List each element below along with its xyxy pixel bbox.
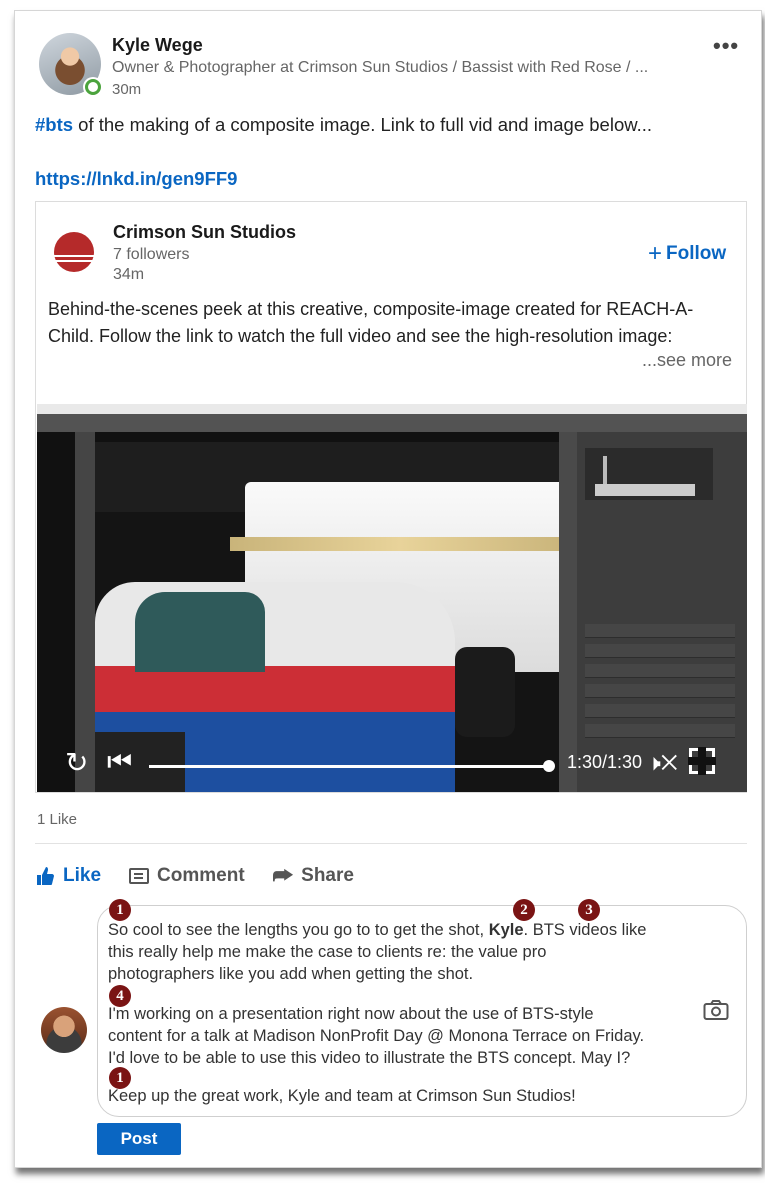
comment-label: Comment [157, 865, 245, 886]
video-frame-histogram [585, 448, 713, 500]
video-player[interactable]: ↻ ⏮ 1:30/1:30 🕨✕ [37, 404, 747, 792]
more-options-icon[interactable]: ••• [713, 33, 739, 59]
shared-body: Behind-the-scenes peek at this creative,… [48, 299, 694, 346]
comment-line: Keep up the great work, Kyle and team at… [108, 1087, 576, 1105]
shared-post: Crimson Sun Studios 7 followers 34m + Fol… [35, 201, 747, 793]
thumbs-up-icon [37, 867, 54, 885]
like-label: Like [63, 865, 102, 886]
hashtag-link[interactable]: #bts [35, 114, 73, 135]
video-frame-menubar [37, 404, 747, 414]
annotation-marker: 4 [109, 985, 131, 1007]
company-name[interactable]: Crimson Sun Studios [113, 222, 296, 243]
video-frame-layer [585, 684, 735, 698]
plus-icon: + [648, 240, 663, 267]
video-time: 1:30/1:30 [567, 752, 643, 772]
follow-button[interactable]: + Follow [648, 240, 726, 268]
mute-icon[interactable]: 🕨✕ [647, 750, 678, 776]
replay-icon[interactable]: ↻ [65, 746, 88, 779]
fullscreen-icon[interactable] [688, 747, 716, 775]
annotation-marker: 3 [578, 899, 600, 921]
post-text: #bts of the making of a composite image.… [35, 114, 652, 136]
annotation-marker: 1 [109, 1067, 131, 1089]
comment-line: this really help me make the case to cli… [108, 943, 547, 961]
shared-timestamp: 34m [113, 266, 145, 283]
action-bar: Like Comment ⮫ Share [35, 861, 354, 891]
comment-text: . BTS videos like [523, 921, 647, 939]
comment-button[interactable]: Comment [129, 861, 245, 891]
comment-text: So cool to see the lengths you go to to … [108, 921, 485, 939]
progress-handle[interactable] [543, 760, 555, 772]
company-followers: 7 followers [113, 246, 190, 263]
like-button[interactable]: Like [35, 861, 101, 891]
see-more-link[interactable]: ...see more [642, 350, 732, 371]
share-label: Share [301, 865, 354, 886]
annotation-marker: 2 [513, 899, 535, 921]
video-frame-toolbar [37, 414, 747, 432]
comment-line: So cool to see the lengths you go to to … [108, 921, 646, 940]
ambulance-light [230, 537, 570, 551]
post-url-link[interactable]: https://lnkd.in/gen9FF9 [35, 168, 237, 190]
commenter-avatar[interactable] [41, 1007, 87, 1053]
follow-label: Follow [666, 243, 727, 264]
share-icon: ⮫ [272, 863, 294, 888]
ambulance-window [135, 592, 265, 672]
post-card: Kyle Wege Owner & Photographer at Crimso… [14, 10, 762, 1168]
video-controls: ↻ ⏮ 1:30/1:30 🕨✕ [37, 734, 747, 792]
post-button[interactable]: Post [97, 1123, 181, 1155]
comment-icon [129, 868, 150, 884]
video-frame-layer [585, 664, 735, 678]
progress-bar[interactable] [149, 765, 549, 768]
ambulance-mirror [455, 647, 515, 737]
share-button[interactable]: ⮫ Share [273, 861, 354, 891]
likes-count[interactable]: 1 Like [37, 811, 77, 828]
camera-icon[interactable] [703, 999, 729, 1021]
author-headline: Owner & Photographer at Crimson Sun Stud… [112, 59, 649, 76]
comment-mention[interactable]: Kyle [489, 921, 524, 939]
comment-line: I'd love to be able to use this video to… [108, 1049, 631, 1067]
video-frame-layer [585, 644, 735, 658]
author-name[interactable]: Kyle Wege [112, 35, 203, 56]
divider [35, 843, 747, 844]
annotation-marker: 1 [109, 899, 131, 921]
post-body: of the making of a composite image. Link… [73, 114, 653, 135]
post-timestamp: 30m [112, 81, 142, 98]
video-frame-layer [585, 624, 735, 638]
comment-line: I'm working on a presentation right now … [108, 1005, 594, 1023]
comment-line: photographers like you add when getting … [108, 965, 474, 983]
video-frame-layer [585, 704, 735, 718]
previous-icon[interactable]: ⏮ [107, 746, 132, 779]
comment-line: content for a talk at Madison NonProfit … [108, 1027, 645, 1045]
online-status-icon [83, 77, 103, 97]
company-logo[interactable] [54, 232, 94, 272]
